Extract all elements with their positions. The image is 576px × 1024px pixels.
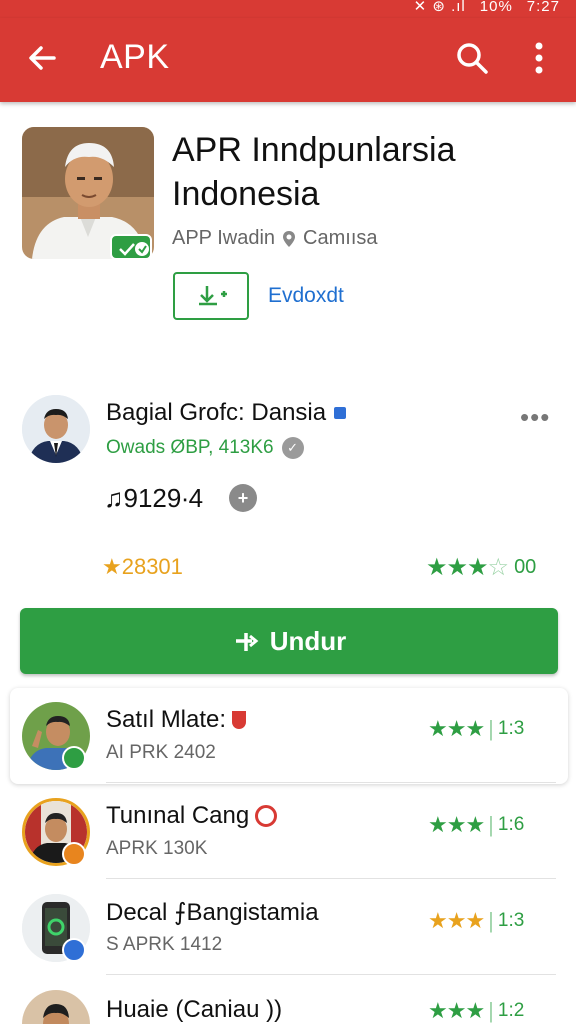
app-badge-icon bbox=[62, 938, 86, 962]
list-item-title-text: Decal ⨍Bangistamia bbox=[106, 899, 319, 926]
list-item-rating-value: 1:3 bbox=[497, 910, 525, 931]
developer-meta: Owads ØBP, 413K6 ✓ bbox=[106, 437, 304, 459]
rating-stars: ★★★☆ 00 bbox=[426, 553, 536, 582]
rating-value: 00 bbox=[514, 556, 537, 578]
verified-icon bbox=[334, 407, 347, 419]
app-category[interactable]: Camıısa bbox=[303, 227, 377, 250]
list-item-title-text: Satıl Mlate: bbox=[106, 706, 227, 733]
app-badge-icon bbox=[62, 842, 86, 866]
install-link[interactable]: Evdoxdt bbox=[268, 284, 344, 308]
app-publisher[interactable]: APP Iwadin bbox=[172, 227, 275, 250]
developer-avatar[interactable] bbox=[22, 395, 90, 463]
list-item-title: Tunınal Cang bbox=[106, 802, 278, 830]
list-item-subtitle: AI PRK 2402 bbox=[106, 742, 216, 763]
status-icons-text: ✕ ⊛ .ıl bbox=[413, 0, 466, 15]
app-title: APR Inndpunlarsia Indonesia bbox=[172, 131, 456, 213]
list-item-rating-value: 1:2 bbox=[497, 1000, 525, 1021]
fries-icon bbox=[232, 711, 247, 729]
developer-name[interactable]: Bagial Grofc: Dansia bbox=[106, 399, 347, 427]
divider bbox=[106, 782, 556, 783]
developer-stat: ♫9129∙4 bbox=[104, 483, 204, 513]
list-item-rating: ★★★ | 1:3 bbox=[428, 716, 525, 741]
search-icon[interactable] bbox=[452, 38, 492, 78]
plus-circle-icon[interactable]: + bbox=[229, 484, 257, 512]
download-icon bbox=[235, 633, 259, 651]
more-dots-icon[interactable]: ••• bbox=[520, 402, 550, 433]
app-subtitle: APP Iwadin Camıısa bbox=[172, 227, 378, 250]
divider bbox=[106, 878, 556, 879]
list-item-title: Satıl Mlate: bbox=[106, 706, 247, 734]
list-item-rating-value: 1:3 bbox=[497, 718, 525, 739]
status-time: 7:27 bbox=[526, 0, 560, 15]
star-rating-icon: ★★★ bbox=[428, 716, 485, 741]
battery-level: 10% bbox=[479, 0, 513, 15]
list-item-title: Decal ⨍Bangistamia bbox=[106, 898, 319, 927]
status-icons: ✕ ⊛ .ıl 10% 7:27 bbox=[414, 0, 560, 15]
list-item-subtitle: S APRK 1412 bbox=[106, 934, 223, 955]
list-item-title-text: Huaie (Caniau )) bbox=[106, 996, 283, 1023]
rating-count: ★28301 bbox=[102, 554, 183, 579]
app-badge-icon bbox=[62, 746, 86, 770]
list-item-rating: ★★★ | 1:3 bbox=[428, 908, 525, 933]
star-rating-icon: ★★★ bbox=[428, 998, 485, 1023]
no-entry-icon bbox=[255, 805, 278, 827]
list-item[interactable]: Tunınal Cang APRK 130K ★★★ | 1:6 bbox=[0, 786, 576, 882]
list-item-subtitle: APRK 130K bbox=[106, 838, 208, 859]
status-bar: ✕ ⊛ .ıl 10% 7:27 bbox=[0, 0, 576, 18]
list-item-title: Huaie (Caniau )) bbox=[106, 996, 282, 1024]
list-item-rating: ★★★ | 1:6 bbox=[428, 812, 525, 837]
overflow-menu-icon[interactable] bbox=[524, 38, 554, 78]
app-bar-title: APK bbox=[100, 38, 170, 76]
list-item[interactable]: Decal ⨍Bangistamia S APRK 1412 ★★★ | 1:3 bbox=[0, 882, 576, 978]
app-bar: APK bbox=[0, 18, 576, 102]
star-rating-icon: ★★★ bbox=[428, 908, 485, 933]
list-item-rating: ★★★ | 1:2 bbox=[428, 998, 525, 1023]
back-arrow-icon[interactable] bbox=[22, 38, 62, 78]
list-item[interactable]: Satıl Mlate: AI PRK 2402 ★★★ | 1:3 bbox=[0, 690, 576, 786]
location-pin-icon bbox=[281, 230, 297, 248]
verified-badge-icon bbox=[110, 234, 152, 260]
list-item-rating-value: 1:6 bbox=[497, 814, 525, 835]
checkmark-circle-icon: ✓ bbox=[281, 437, 304, 459]
download-button[interactable]: Undur bbox=[20, 608, 558, 674]
list-item-title-text: Tunınal Cang bbox=[106, 802, 250, 829]
developer-meta-text: Owads ØBP, 413K6 bbox=[106, 437, 274, 458]
list-item[interactable]: Huaie (Caniau )) ★★★ | 1:2 bbox=[0, 978, 576, 1024]
star-rating-icon: ★★★ bbox=[428, 812, 485, 837]
developer-name-text: Bagial Grofc: Dansia bbox=[106, 399, 327, 426]
download-button-label: Undur bbox=[269, 625, 347, 656]
install-button[interactable] bbox=[173, 272, 249, 320]
star-rating-icon: ★★★☆ bbox=[426, 554, 509, 581]
divider bbox=[106, 974, 556, 975]
list-item-avatar bbox=[22, 990, 90, 1024]
